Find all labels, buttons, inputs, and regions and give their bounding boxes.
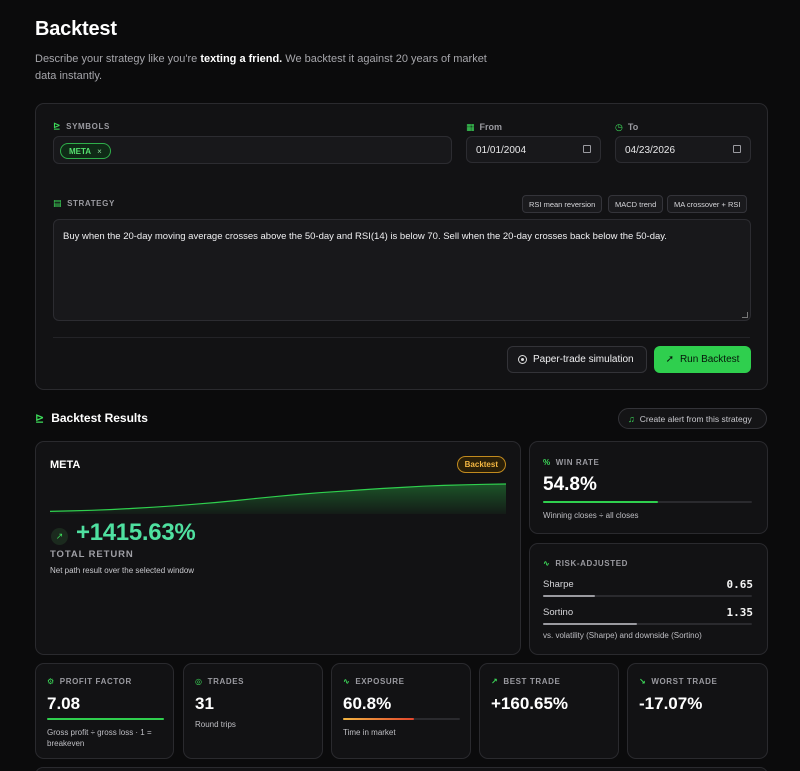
hero-symbol: META	[50, 459, 81, 471]
total-return-label: TOTAL RETURN	[50, 549, 134, 560]
sharpe-bar-fill	[543, 595, 596, 597]
trades-card: ◎ TRADES 31 Round trips	[183, 663, 323, 759]
from-date-value: 01/01/2004	[476, 145, 527, 156]
exposure-value: 60.8%	[343, 694, 392, 713]
win-rate-card: % WIN RATE 54.8% Winning closes ÷ all clo…	[529, 441, 768, 534]
worst-trade-card: ↘ WORST TRADE -17.07%	[627, 663, 768, 759]
to-label: ◷ To	[615, 121, 639, 132]
target-icon	[518, 355, 527, 364]
trades-label: ◎ TRADES	[195, 677, 245, 686]
preset-rsi-mean-reversion[interactable]: RSI mean reversion	[522, 195, 603, 213]
form-divider	[53, 337, 750, 338]
next-card-edge	[35, 767, 768, 771]
worst-trade-label: ↘ WORST TRADE	[639, 677, 718, 686]
date-picker-icon[interactable]	[583, 145, 591, 153]
rocket-icon: ➚	[665, 354, 674, 365]
risk-adjusted-card: ∿ RISK-ADJUSTED Sharpe 0.65 Sortino 1.35 …	[529, 543, 768, 655]
strategy-text: Buy when the 20-day moving average cross…	[63, 231, 667, 242]
worst-trade-value: -17.07%	[639, 694, 703, 713]
sortino-value: 1.35	[726, 606, 754, 619]
symbols-input[interactable]: META ×	[53, 136, 452, 164]
from-label: ▦ From	[466, 121, 503, 132]
profit-factor-label: ⚙ PROFIT FACTOR	[47, 677, 132, 686]
equity-sparkline	[50, 483, 506, 514]
win-rate-bar-fill	[543, 501, 658, 503]
page-title: Backtest	[35, 18, 117, 40]
strategy-label: ▤ STRATEGY	[53, 198, 115, 209]
strategy-form-card: ⊵ SYMBOLS META × ▦ From 01/01/2004 ◷ To 04/2…	[35, 103, 768, 390]
symbols-label: ⊵ SYMBOLS	[53, 121, 110, 132]
to-date-value: 04/23/2026	[625, 145, 676, 156]
sortino-label: Sortino	[543, 607, 574, 618]
total-return-note: Net path result over the selected window	[50, 566, 195, 575]
to-date-input[interactable]: 04/23/2026	[615, 136, 751, 163]
calendar-clock-icon: ◷	[615, 121, 623, 132]
cycle-icon: ◎	[195, 677, 203, 686]
symbol-chip[interactable]: META ×	[60, 143, 111, 159]
win-rate-value: 54.8%	[543, 474, 597, 495]
date-picker-icon[interactable]	[733, 145, 741, 153]
exposure-bar-fill	[343, 718, 415, 720]
profit-factor-caption: Gross profit ÷ gross loss · 1 = breakeve…	[47, 728, 152, 748]
profit-factor-card: ⚙ PROFIT FACTOR 7.08 Gross profit ÷ gross…	[35, 663, 174, 759]
risk-adjusted-caption: vs. volatility (Sharpe) and downside (So…	[543, 631, 702, 640]
page-subtitle: Describe your strategy like you're texti…	[35, 53, 487, 82]
exposure-card: ∿ EXPOSURE 60.8% Time in market	[331, 663, 471, 759]
exposure-caption: Time in market	[343, 728, 396, 737]
win-rate-caption: Winning closes ÷ all closes	[543, 511, 639, 520]
total-return-value: +1415.63%	[76, 519, 196, 546]
document-icon: ▤	[53, 198, 63, 208]
sharpe-label: Sharpe	[543, 579, 574, 590]
profit-factor-value: 7.08	[47, 694, 81, 713]
backtest-badge: Backtest	[456, 456, 506, 473]
sortino-bar	[543, 623, 752, 625]
bell-icon: ♫	[628, 413, 635, 424]
resize-handle-icon[interactable]	[742, 312, 748, 318]
sharpe-value: 0.65	[726, 578, 754, 591]
sortino-bar-fill	[543, 623, 638, 625]
create-alert-button[interactable]: ♫ Create alert from this strategy	[618, 408, 767, 429]
sharpe-bar	[543, 595, 752, 597]
best-trade-card: ↗ BEST TRADE +160.65%	[479, 663, 619, 759]
from-date-input[interactable]: 01/01/2004	[466, 136, 601, 163]
exposure-label: ∿ EXPOSURE	[343, 677, 405, 686]
strategy-textarea[interactable]: Buy when the 20-day moving average cross…	[53, 219, 751, 321]
best-trade-value: +160.65%	[491, 694, 569, 713]
trend-up-icon: ↗	[51, 528, 68, 545]
trades-value: 31	[195, 694, 214, 713]
trend-down-icon: ↘	[639, 677, 647, 686]
profit-factor-bar-fill	[47, 718, 164, 720]
results-heading: ⊵ Backtest Results	[35, 411, 148, 425]
best-trade-label: ↗ BEST TRADE	[491, 677, 561, 686]
activity-icon: ∿	[543, 559, 551, 568]
gear-icon: ⚙	[47, 677, 55, 686]
trades-caption: Round trips	[195, 720, 236, 729]
paper-trade-button[interactable]: Paper-trade simulation	[507, 346, 647, 373]
total-return-card: META Backtest ↗ +1415.63% TOTAL RETURN N…	[35, 441, 521, 655]
win-rate-label: % WIN RATE	[543, 458, 600, 467]
risk-adjusted-label: ∿ RISK-ADJUSTED	[543, 559, 629, 568]
pulse-icon: ∿	[343, 677, 351, 686]
run-backtest-button[interactable]: ➚ Run Backtest	[654, 346, 751, 373]
trend-up-icon: ↗	[491, 677, 499, 686]
win-rate-bar	[543, 501, 752, 503]
profit-factor-bar	[47, 718, 164, 720]
percent-icon: %	[543, 458, 551, 467]
remove-chip-icon[interactable]: ×	[97, 147, 102, 156]
chart-icon: ⊵	[35, 412, 45, 425]
calendar-icon: ▦	[466, 121, 475, 132]
exposure-bar	[343, 718, 460, 720]
chart-line-icon: ⊵	[53, 121, 62, 131]
preset-ma-crossover-rsi[interactable]: MA crossover + RSI	[667, 195, 748, 213]
preset-macd-trend[interactable]: MACD trend	[608, 195, 664, 213]
